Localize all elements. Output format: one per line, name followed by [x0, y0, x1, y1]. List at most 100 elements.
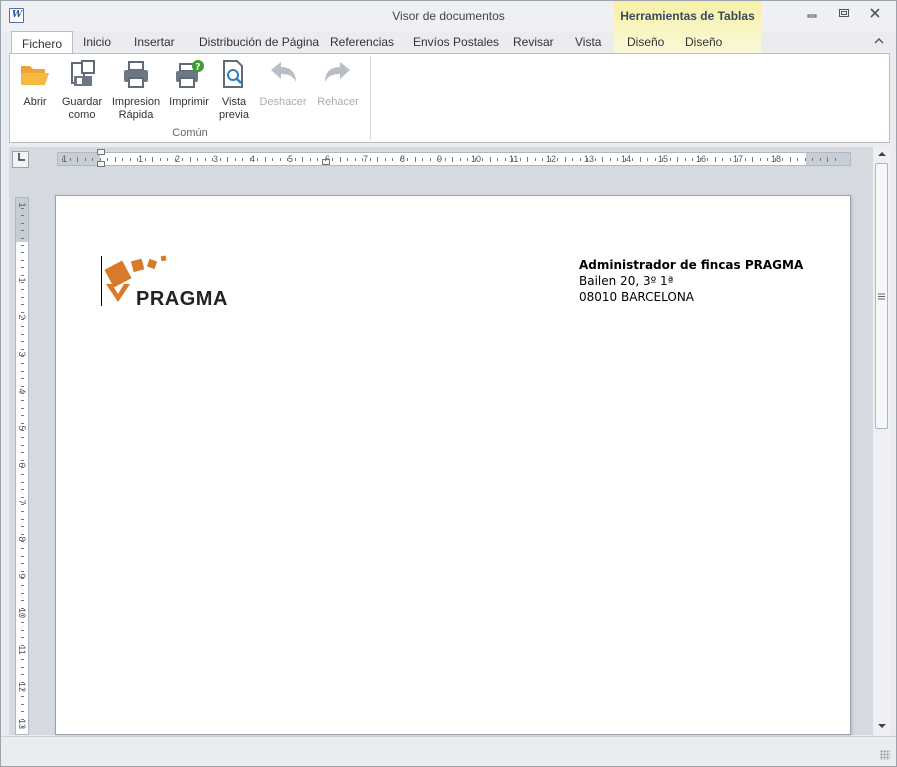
undo-label: Deshacer — [259, 96, 307, 108]
ruler-tick — [21, 422, 24, 424]
text-cursor — [101, 256, 102, 306]
ruler-tick — [21, 504, 24, 505]
horizontal-ruler[interactable]: 1 1 2 3 4 5 6 7 8 9 10 11 12 13 14 15 16… — [57, 149, 851, 167]
ruler-label: 2 — [175, 154, 181, 164]
redo-icon — [322, 58, 354, 90]
ruler-label: 11 — [509, 154, 519, 164]
ruler-tick — [707, 158, 708, 161]
ruler-tick — [21, 208, 24, 209]
ruler-tick — [21, 533, 24, 535]
print-icon: ? — [173, 58, 205, 90]
ruler-tick — [21, 437, 24, 439]
ruler-tick — [392, 158, 393, 161]
ruler-tick — [542, 158, 543, 161]
ruler-label: 18 — [771, 154, 782, 164]
ruler-tick — [227, 157, 228, 162]
print-button[interactable]: ? Imprimir — [168, 58, 210, 109]
ruler-tick — [624, 158, 626, 161]
print-preview-button[interactable]: Vista previa — [216, 58, 252, 122]
ruler-tick — [287, 158, 288, 161]
ruler-tick — [144, 158, 146, 161]
ruler-tick — [819, 158, 821, 161]
save-as-button[interactable]: Guardar como — [60, 58, 104, 122]
restore-button[interactable] — [835, 7, 853, 23]
document-page[interactable]: PRAGMA Administrador de fincas PRAGMA Ba… — [55, 195, 851, 735]
window-title: Visor de documentos — [392, 9, 505, 23]
ruler-tick — [21, 711, 24, 713]
vertical-scrollbar[interactable] — [873, 147, 890, 735]
ruler-label: 3 — [213, 154, 219, 164]
ruler-tick — [459, 158, 461, 161]
ruler-tick — [677, 157, 678, 162]
ruler-tick — [21, 452, 24, 454]
ruler-tick — [377, 157, 378, 162]
ruler-tick — [21, 378, 24, 380]
ruler-tick — [21, 237, 24, 239]
ruler-tick — [21, 348, 24, 350]
tab-fichero[interactable]: Fichero — [11, 31, 74, 54]
ruler-tick — [699, 158, 701, 161]
ribbon-collapse-icon[interactable] — [874, 36, 884, 47]
open-button[interactable]: Abrir — [18, 58, 52, 109]
ruler-tick — [429, 158, 431, 161]
ruler-label: 10 — [471, 154, 482, 164]
tab-revisar[interactable]: Revisar — [513, 35, 554, 53]
ruler-tick — [617, 158, 618, 161]
ruler-tick — [489, 157, 491, 162]
tab-inicio[interactable]: Inicio — [83, 35, 111, 53]
tab-diseno-2[interactable]: Diseño — [685, 35, 722, 53]
close-button[interactable] — [866, 7, 884, 23]
tab-stop-marker[interactable] — [322, 159, 330, 165]
ruler-tick — [834, 158, 836, 161]
ruler-tick — [189, 157, 191, 162]
ruler-tick — [759, 158, 761, 161]
ruler-tick — [452, 157, 453, 162]
ruler-label: 4 — [250, 154, 256, 164]
print-preview-label: Vista previa — [219, 96, 249, 121]
ruler-tick — [21, 703, 24, 705]
tab-stop-selector[interactable] — [12, 151, 29, 168]
ruler-tick — [21, 393, 24, 394]
vertical-ruler[interactable]: 1 1 2 3 4 5 6 7 8 9 10 11 12 13 — [15, 197, 29, 735]
ruler-tick — [504, 158, 506, 161]
ruler-tick — [21, 245, 24, 246]
ruler-tick — [324, 158, 326, 161]
vruler-label: 2 — [17, 314, 27, 320]
tab-referencias[interactable]: Referencias — [330, 35, 394, 53]
quick-print-button[interactable]: Impresion Rápida — [110, 58, 162, 122]
resize-grip-icon[interactable] — [880, 750, 890, 760]
vruler-label: 10 — [17, 608, 27, 619]
ruler-tick — [21, 659, 24, 661]
scroll-thumb[interactable] — [875, 163, 888, 429]
tab-insertar[interactable]: Insertar — [134, 35, 175, 53]
arrow-down-icon — [877, 724, 886, 728]
ruler-tick — [692, 158, 693, 161]
minimize-button[interactable] — [803, 7, 821, 23]
ruler-tick — [152, 157, 153, 162]
ruler-label: 15 — [658, 154, 669, 164]
undo-button[interactable]: Deshacer — [258, 58, 308, 109]
redo-button[interactable]: Rehacer — [314, 58, 362, 109]
ruler-tick — [804, 158, 806, 161]
scroll-up-arrow[interactable] — [873, 147, 890, 163]
tab-envios-postales[interactable]: Envíos Postales — [413, 35, 499, 53]
ruler-tick — [444, 158, 446, 161]
print-label: Imprimir — [169, 96, 209, 108]
left-indent-marker[interactable] — [97, 161, 105, 167]
ruler-tick — [21, 674, 24, 676]
ruler-tick — [534, 158, 536, 161]
scroll-down-arrow[interactable] — [873, 719, 890, 735]
vruler-label: 8 — [17, 536, 27, 542]
ruler-tick — [92, 158, 93, 161]
tab-vista[interactable]: Vista — [575, 35, 601, 53]
ruler-tick — [782, 158, 783, 161]
ruler-tick — [21, 326, 24, 328]
status-bar — [1, 736, 896, 766]
tab-diseno-1[interactable]: Diseño — [627, 35, 664, 53]
ruler-tick — [339, 157, 341, 162]
ruler-tick — [579, 158, 581, 161]
minimize-icon — [807, 14, 817, 18]
ruler-tick — [482, 158, 483, 161]
tab-distribucion-pagina[interactable]: Distribución de Página — [199, 35, 319, 53]
first-line-indent-marker[interactable] — [97, 149, 105, 155]
